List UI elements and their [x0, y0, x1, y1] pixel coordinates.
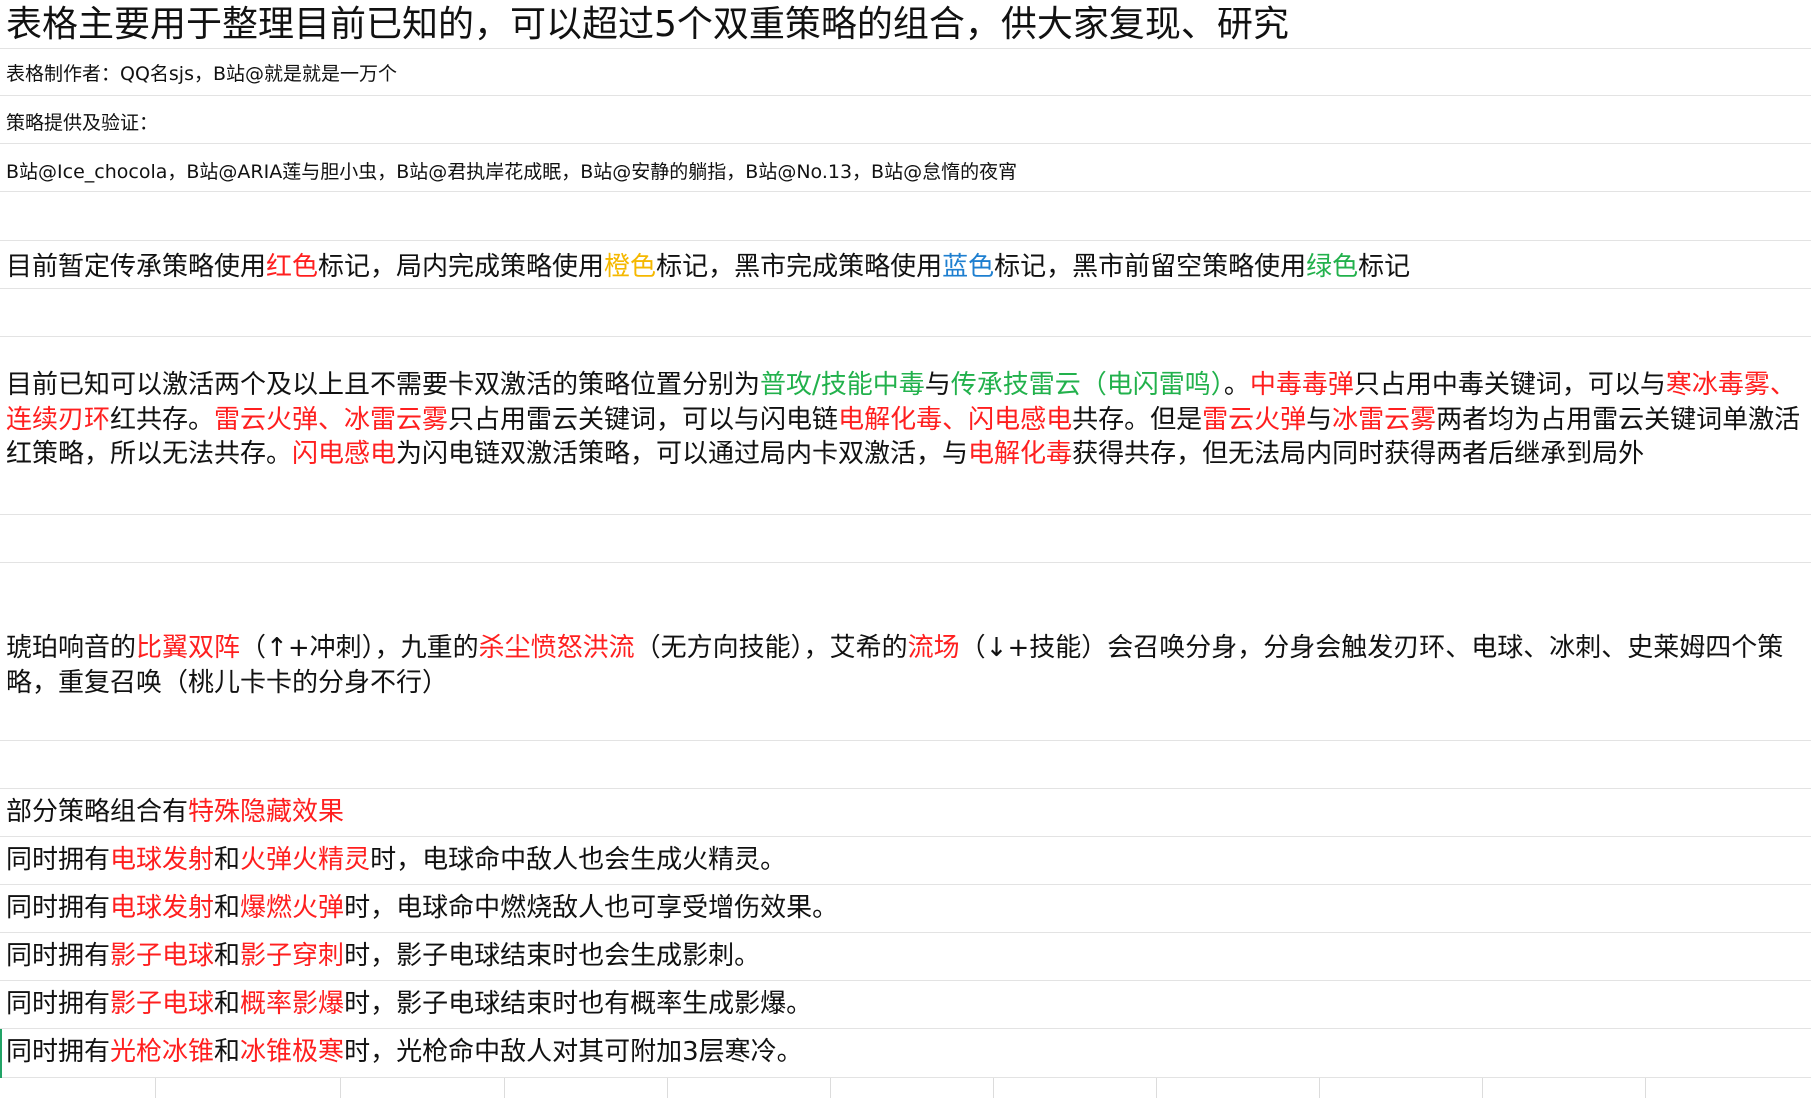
author-row[interactable]: 表格制作者：QQ名sjs，B站@就是就是一万个: [0, 49, 1811, 96]
providers-text: B站@Ice_chocola，B站@ARIA莲与胆小虫，B站@君执岸花成眠，B站…: [6, 161, 1018, 183]
coexist-note-row[interactable]: 目前已知可以激活两个及以上且不需要卡双激活的策略位置分别为普攻/技能中毒与传承技…: [0, 337, 1811, 515]
combo-row[interactable]: 同时拥有光枪冰锥和冰锥极寒时，光枪命中敌人对其可附加3层寒冷。: [0, 1029, 1811, 1078]
legend-green: 绿色: [1306, 252, 1359, 282]
grid-divider: [667, 1078, 668, 1098]
legend-blue: 蓝色: [942, 252, 995, 282]
grid-divider: [504, 1078, 505, 1098]
empty-row[interactable]: [0, 741, 1811, 789]
providers-label: 策略提供及验证：: [6, 112, 159, 134]
color-legend-row[interactable]: 目前暂定传承策略使用红色标记，局内完成策略使用橙色标记，黑市完成策略使用蓝色标记…: [0, 241, 1811, 289]
bottom-grid-row[interactable]: [0, 1078, 1811, 1098]
combo-row[interactable]: 同时拥有电球发射和火弹火精灵时，电球命中敌人也会生成火精灵。: [0, 837, 1811, 885]
providers-row[interactable]: B站@Ice_chocola，B站@ARIA莲与胆小虫，B站@君执岸花成眠，B站…: [0, 144, 1811, 192]
combo-text: 同时拥有影子电球和概率影爆时，影子电球结束时也有概率生成影爆。: [6, 989, 813, 1019]
grid-divider: [993, 1078, 994, 1098]
empty-row[interactable]: [0, 515, 1811, 563]
grid-divider: [1482, 1078, 1483, 1098]
combo-row[interactable]: 同时拥有影子电球和概率影爆时，影子电球结束时也有概率生成影爆。: [0, 981, 1811, 1029]
combo-text: 同时拥有电球发射和爆燃火弹时，电球命中燃烧敌人也可享受增伤效果。: [6, 893, 839, 923]
combo-row[interactable]: 同时拥有电球发射和爆燃火弹时，电球命中燃烧敌人也可享受增伤效果。: [0, 885, 1811, 933]
combo-text: 同时拥有电球发射和火弹火精灵时，电球命中敌人也会生成火精灵。: [6, 845, 787, 875]
clone-note-row[interactable]: 琥珀响音的比翼双阵（↑+冲刺），九重的杀尘愤怒洪流（无方向技能），艾希的流场（↓…: [0, 563, 1811, 741]
empty-row[interactable]: [0, 192, 1811, 241]
color-legend-text: 目前暂定传承策略使用红色标记，局内完成策略使用橙色标记，黑市完成策略使用蓝色标记…: [6, 252, 1411, 282]
grid-divider: [1319, 1078, 1320, 1098]
grid-divider: [155, 1078, 156, 1098]
combo-row[interactable]: 同时拥有影子电球和影子穿刺时，影子电球结束时也会生成影刺。: [0, 933, 1811, 981]
coexist-note-text: 目前已知可以激活两个及以上且不需要卡双激活的策略位置分别为普攻/技能中毒与传承技…: [6, 370, 1801, 469]
grid-divider: [1156, 1078, 1157, 1098]
hidden-effect-header-row[interactable]: 部分策略组合有特殊隐藏效果: [0, 789, 1811, 837]
combo-text: 同时拥有影子电球和影子穿刺时，影子电球结束时也会生成影刺。: [6, 941, 761, 971]
hidden-effect-header: 部分策略组合有特殊隐藏效果: [6, 797, 345, 827]
sheet-title: 表格主要用于整理目前已知的，可以超过5个双重策略的组合，供大家复现、研究: [6, 4, 1289, 45]
spreadsheet: 表格主要用于整理目前已知的，可以超过5个双重策略的组合，供大家复现、研究 表格制…: [0, 0, 1811, 1098]
grid-divider: [830, 1078, 831, 1098]
providers-label-row[interactable]: 策略提供及验证：: [0, 96, 1811, 144]
author-text: 表格制作者：QQ名sjs，B站@就是就是一万个: [6, 63, 398, 85]
combo-text: 同时拥有光枪冰锥和冰锥极寒时，光枪命中敌人对其可附加3层寒冷。: [6, 1037, 803, 1067]
empty-row[interactable]: [0, 289, 1811, 337]
legend-orange: 橙色: [604, 252, 657, 282]
clone-note-text: 琥珀响音的比翼双阵（↑+冲刺），九重的杀尘愤怒洪流（无方向技能），艾希的流场（↓…: [6, 633, 1784, 698]
grid-divider: [1645, 1078, 1646, 1098]
legend-red: 红色: [266, 252, 319, 282]
title-row[interactable]: 表格主要用于整理目前已知的，可以超过5个双重策略的组合，供大家复现、研究: [0, 0, 1811, 49]
active-cell-marker: [0, 1029, 2, 1078]
grid-divider: [340, 1078, 341, 1098]
